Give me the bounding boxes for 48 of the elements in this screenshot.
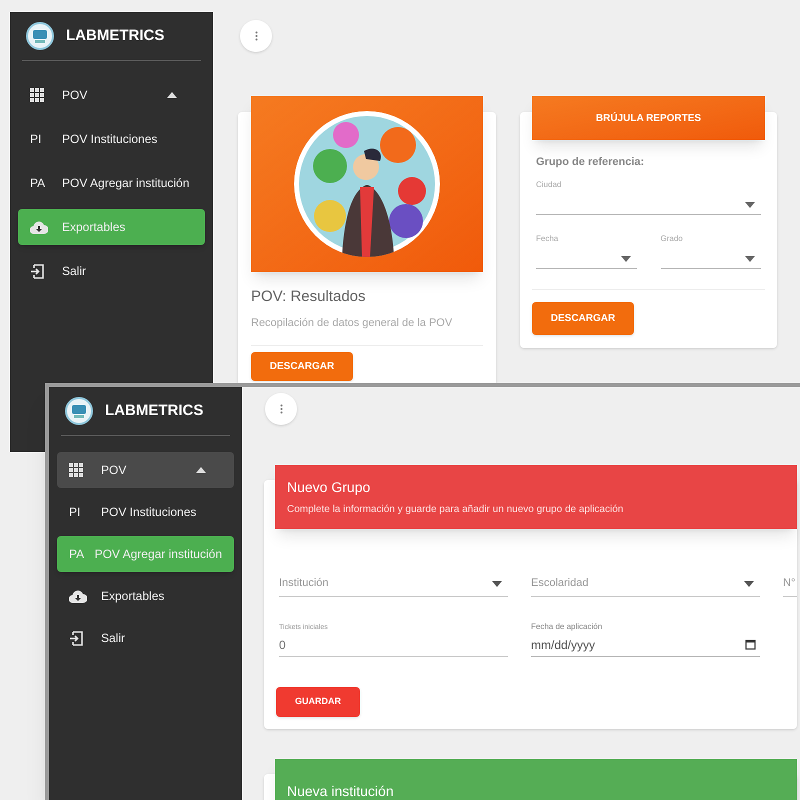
field-label: Ciudad (536, 178, 562, 190)
item-abbreviation: PI (69, 504, 80, 521)
more-menu-button[interactable] (240, 20, 272, 52)
brand-name: LABMETRICS (105, 400, 204, 421)
sidebar-item[interactable]: Salir (57, 620, 234, 656)
more-icon (254, 31, 258, 41)
logo-icon (26, 22, 54, 50)
number-field[interactable]: 0 (279, 633, 508, 657)
caret-icon (744, 580, 754, 586)
sidebar-item[interactable]: PA POV Agregar institución (18, 165, 205, 201)
caret-icon (196, 467, 206, 473)
sidebar-item[interactable]: Exportables (57, 578, 234, 614)
caret-icon (167, 92, 177, 98)
grid-icon (30, 88, 44, 102)
card-title: POV: Resultados (251, 287, 366, 307)
caret-icon (492, 580, 502, 586)
caret-icon (745, 202, 755, 208)
logo-icon (65, 397, 93, 425)
section-label: Grupo de referencia: (536, 155, 646, 170)
cloud-download-icon (69, 590, 87, 602)
card-header: BRÚJULA REPORTES (532, 96, 765, 140)
caret-icon (745, 256, 755, 262)
date-field[interactable]: mm/dd/yyyy (531, 633, 760, 657)
field-label: Grado (660, 232, 684, 244)
exit-icon (30, 264, 45, 278)
more-icon (280, 404, 282, 414)
grid-icon (69, 463, 83, 477)
sidebar-item[interactable]: Salir (18, 253, 205, 289)
item-abbreviation: PA (69, 546, 84, 563)
calendar-icon (745, 639, 756, 650)
card-subtitle: Recopilación de datos general de la POV (251, 316, 454, 330)
exit-icon (69, 630, 84, 646)
save-button[interactable]: GUARDAR (276, 687, 360, 717)
field-label: Fecha de aplicación (531, 621, 604, 633)
more-menu-button[interactable] (265, 393, 297, 425)
card-title: Nuevo Grupo (287, 478, 372, 497)
cloud-download-icon (30, 220, 48, 234)
caret-icon (620, 256, 630, 262)
sidebar-item[interactable]: POV (18, 77, 205, 113)
card-title: Nueva institución (287, 782, 395, 800)
field-label: Fecha (536, 232, 560, 244)
sidebar-item[interactable]: POV (57, 452, 234, 488)
card-subtitle: Complete la información y guarde para añadir un nuevo grupo de aplicación (287, 503, 624, 517)
brand-name: LABMETRICS (66, 26, 164, 46)
sidebar-item[interactable]: PI POV Instituciones (57, 494, 234, 530)
sidebar-item[interactable]: PI POV Instituciones (18, 121, 205, 157)
item-abbreviation: PA (30, 175, 46, 192)
item-abbreviation: PI (30, 131, 42, 148)
